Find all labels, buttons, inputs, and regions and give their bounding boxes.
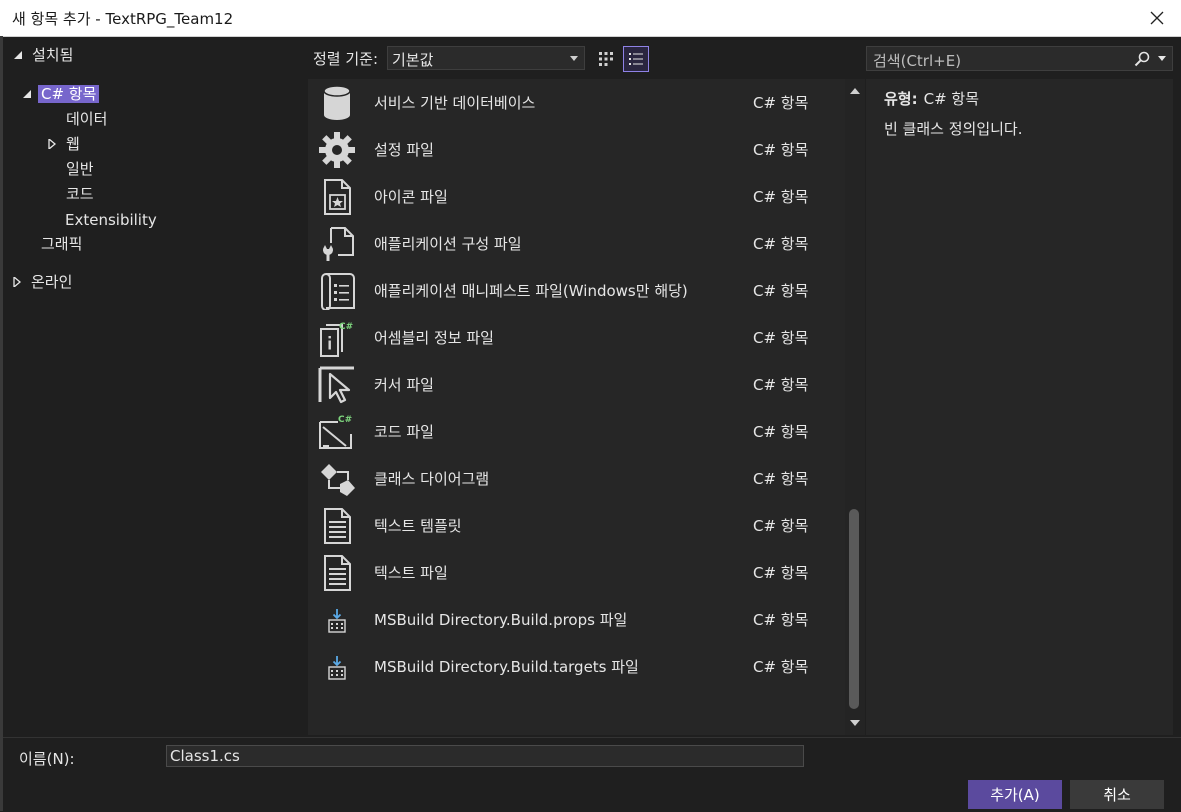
manifest-file-icon: [321, 273, 355, 310]
grid-view-icon: [599, 52, 613, 66]
sort-label: 정렬 기준:: [313, 50, 379, 68]
template-list: 서비스 기반 데이터베이스 C# 항목 설정 파일 C# 항목 아이콘 파일 C…: [308, 79, 845, 735]
category-tree: 설치됨 C# 항목 데이터 웹 일반 코드 Extensibility 그래픽 …: [3, 36, 306, 736]
list-item[interactable]: C# 어셈블리 정보 파일 C# 항목: [308, 314, 845, 361]
svg-text:C#: C#: [338, 415, 352, 425]
list-item[interactable]: 아이콘 파일 C# 항목: [308, 173, 845, 220]
expanded-arrow-icon: [23, 90, 31, 98]
list-scrollbar[interactable]: [845, 79, 865, 735]
gear-icon: [319, 132, 355, 168]
list-item[interactable]: 커서 파일 C# 항목: [308, 361, 845, 408]
database-icon: [323, 85, 351, 120]
scroll-down-arrow-icon[interactable]: [850, 719, 860, 727]
list-item[interactable]: 텍스트 템플릿 C# 항목: [308, 502, 845, 549]
sort-dropdown[interactable]: 기본값: [387, 46, 585, 70]
list-view-icon: [629, 53, 643, 65]
type-label: 유형:: [884, 90, 918, 108]
scrollbar-thumb[interactable]: [849, 509, 859, 709]
list-item[interactable]: 애플리케이션 매니페스트 파일(Windows만 해당) C# 항목: [308, 267, 845, 314]
list-item[interactable]: 설정 파일 C# 항목: [308, 126, 845, 173]
bottom-bar: 이름(N): 추가(A) 취소: [3, 737, 1181, 812]
collapsed-arrow-icon: [48, 139, 57, 149]
icon-file-icon: [324, 179, 351, 215]
msbuild-icon: [328, 609, 346, 633]
tree-node-data[interactable]: 데이터: [63, 108, 110, 130]
chevron-down-icon: [1158, 56, 1166, 61]
small-icons-view-button[interactable]: [593, 46, 619, 72]
name-field[interactable]: [166, 745, 804, 767]
tree-node-graphics[interactable]: 그래픽: [38, 233, 85, 255]
add-button[interactable]: 추가(A): [968, 780, 1062, 809]
class-diagram-icon: [321, 464, 355, 496]
cursor-file-icon: [318, 366, 354, 404]
expanded-arrow-icon: [14, 51, 22, 59]
list-item[interactable]: MSBuild Directory.Build.targets 파일 C# 항목: [308, 643, 845, 690]
search-icon: [1134, 51, 1150, 67]
svg-text:C#: C#: [339, 322, 353, 332]
description-text: 빈 클래스 정의입니다.: [884, 120, 1023, 138]
list-view-button[interactable]: [623, 46, 649, 72]
assembly-info-icon: C#: [320, 322, 353, 357]
text-template-icon: [324, 508, 351, 544]
scroll-up-arrow-icon[interactable]: [850, 87, 860, 95]
details-panel: 유형: C# 항목 빈 클래스 정의입니다.: [866, 79, 1173, 735]
title-bar: 새 항목 추가 - TextRPG_Team12: [0, 0, 1181, 37]
window-title: 새 항목 추가 - TextRPG_Team12: [12, 10, 234, 28]
search-input[interactable]: 검색(Ctrl+E): [866, 46, 1173, 71]
tree-node-web[interactable]: 웹: [48, 133, 83, 155]
msbuild-icon: [328, 656, 346, 680]
search-placeholder: 검색(Ctrl+E): [873, 52, 962, 70]
sort-value: 기본값: [392, 51, 434, 69]
collapsed-arrow-icon: [13, 277, 22, 287]
config-file-icon: [323, 227, 354, 261]
close-icon: [1150, 11, 1164, 25]
list-item[interactable]: MSBuild Directory.Build.props 파일 C# 항목: [308, 596, 845, 643]
list-item[interactable]: 서비스 기반 데이터베이스 C# 항목: [308, 79, 845, 126]
list-item[interactable]: 텍스트 파일 C# 항목: [308, 549, 845, 596]
tree-node-installed[interactable]: 설치됨: [14, 44, 76, 66]
tree-node-online[interactable]: 온라인: [13, 271, 75, 293]
tree-node-extensibility[interactable]: Extensibility: [62, 209, 160, 231]
tree-node-code[interactable]: 코드: [63, 183, 97, 205]
close-button[interactable]: [1143, 4, 1171, 32]
chevron-down-icon: [570, 56, 578, 61]
code-file-icon: C#: [319, 415, 352, 449]
type-value: C# 항목: [923, 90, 980, 108]
list-item[interactable]: 애플리케이션 구성 파일 C# 항목: [308, 220, 845, 267]
tree-node-general[interactable]: 일반: [63, 158, 97, 180]
tree-node-csharp-items[interactable]: C# 항목: [23, 83, 100, 105]
type-row: 유형: C# 항목: [884, 88, 979, 109]
text-file-icon: [324, 555, 351, 591]
cancel-button[interactable]: 취소: [1070, 780, 1164, 809]
list-item[interactable]: 클래스 다이어그램 C# 항목: [308, 455, 845, 502]
name-label: 이름(N):: [19, 750, 75, 768]
list-item[interactable]: C# 코드 파일 C# 항목: [308, 408, 845, 455]
